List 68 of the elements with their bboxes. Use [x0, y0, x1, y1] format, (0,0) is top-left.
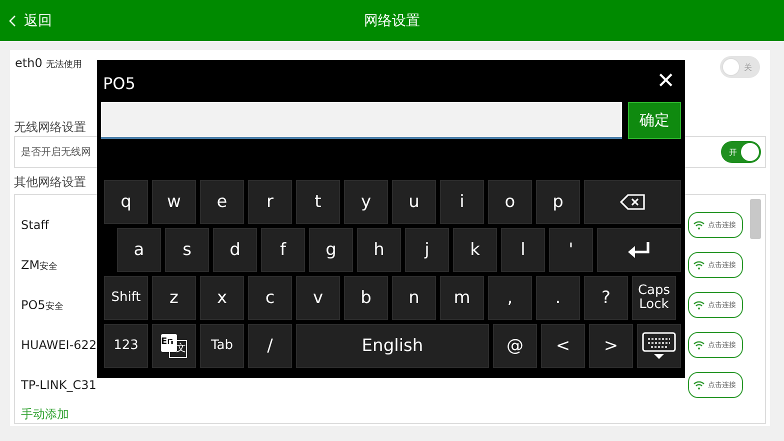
key[interactable]: q: [104, 180, 148, 224]
backspace-icon: [620, 194, 646, 210]
key[interactable]: b: [344, 276, 388, 320]
key[interactable]: .: [536, 276, 580, 320]
key[interactable]: /: [248, 324, 292, 368]
key[interactable]: ?: [584, 276, 628, 320]
network-name[interactable]: ZM安全: [21, 258, 58, 272]
key[interactable]: u: [392, 180, 436, 224]
wifi-icon: [693, 300, 705, 310]
key[interactable]: x: [200, 276, 244, 320]
key[interactable]: n: [392, 276, 436, 320]
key[interactable]: f: [261, 228, 305, 272]
chevron-left-icon: [8, 14, 16, 26]
key[interactable]: @: [493, 324, 537, 368]
section-heading: 无线网络设置: [14, 119, 86, 136]
key[interactable]: >: [589, 324, 633, 368]
key[interactable]: v: [296, 276, 340, 320]
key[interactable]: z: [152, 276, 196, 320]
key[interactable]: m: [440, 276, 484, 320]
wireless-question: 是否开启无线网: [21, 146, 91, 159]
key[interactable]: t: [296, 180, 340, 224]
section-heading: 其他网络设置: [14, 174, 86, 191]
key[interactable]: d: [213, 228, 257, 272]
key[interactable]: p: [536, 180, 580, 224]
key[interactable]: a: [117, 228, 161, 272]
key[interactable]: s: [165, 228, 209, 272]
key[interactable]: 123: [104, 324, 148, 368]
input-field[interactable]: [101, 102, 622, 139]
key[interactable]: ,: [488, 276, 532, 320]
eth-label: eth0 无法使用: [15, 56, 82, 71]
key[interactable]: c: [248, 276, 292, 320]
enter-key[interactable]: [597, 228, 681, 272]
confirm-button[interactable]: 确定: [628, 102, 681, 139]
close-button[interactable]: ✕: [650, 68, 681, 94]
key[interactable]: g: [309, 228, 353, 272]
network-name[interactable]: Staff: [21, 218, 49, 232]
keyboard-title: PO5: [102, 72, 136, 92]
key[interactable]: w: [152, 180, 196, 224]
hide-keyboard-key[interactable]: [637, 324, 681, 368]
page-title: 网络设置: [364, 12, 420, 30]
wifi-icon: [693, 380, 705, 390]
backspace-key[interactable]: [584, 180, 681, 224]
key[interactable]: j: [405, 228, 449, 272]
wifi-icon: [693, 340, 705, 350]
keyboard-icon: [642, 332, 676, 360]
key[interactable]: k: [453, 228, 497, 272]
network-name[interactable]: TP-LINK_C31: [21, 378, 96, 392]
wifi-icon: [693, 260, 705, 270]
scrollbar-thumb[interactable]: [750, 199, 760, 239]
key[interactable]: l: [501, 228, 545, 272]
network-name[interactable]: HUAWEI-622: [21, 338, 97, 352]
space-key[interactable]: English: [296, 324, 489, 368]
key[interactable]: o: [488, 180, 532, 224]
key[interactable]: r: [248, 180, 292, 224]
back-button[interactable]: 返回: [0, 12, 52, 30]
key[interactable]: h: [357, 228, 401, 272]
key[interactable]: Shift: [104, 276, 148, 320]
key[interactable]: y: [344, 180, 388, 224]
network-name[interactable]: PO5安全: [21, 298, 64, 312]
key[interactable]: <: [541, 324, 585, 368]
key[interactable]: i: [440, 180, 484, 224]
enter-icon: [627, 241, 651, 259]
wifi-icon: [693, 220, 705, 230]
key[interactable]: e: [200, 180, 244, 224]
key[interactable]: Tab: [200, 324, 244, 368]
key[interactable]: Caps Lock: [632, 276, 676, 320]
key[interactable]: ': [549, 228, 593, 272]
toggle-switch[interactable]: 开: [721, 141, 761, 163]
